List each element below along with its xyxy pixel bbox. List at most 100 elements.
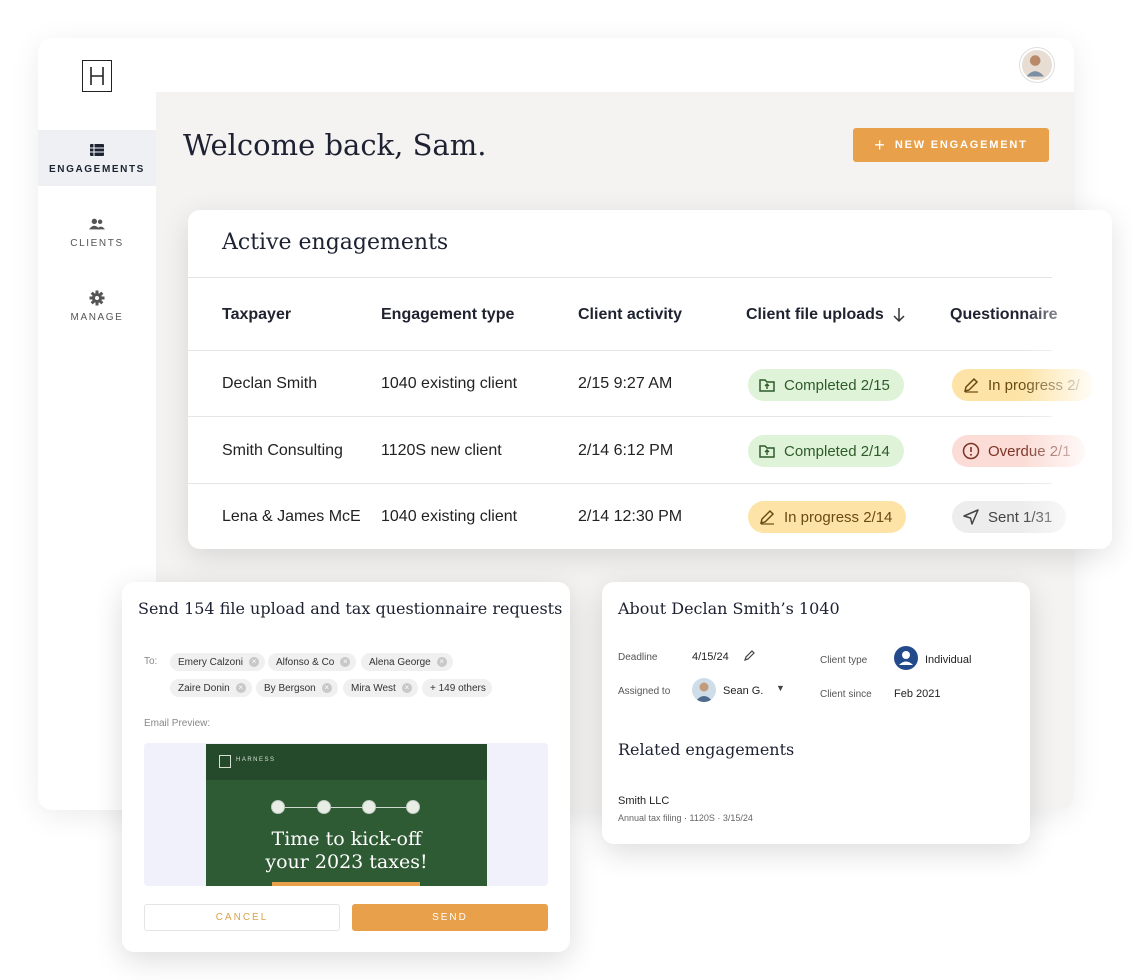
questionnaire-status-badge[interactable]: In progress 2/ [952,369,1094,401]
about-engagement-card: About Declan Smith’s 1040 Deadline 4/15/… [602,582,1030,844]
email-logo-icon [219,755,231,768]
sidebar-item-manage[interactable]: MANAGE [38,278,156,334]
badge-label: Sent 1/31 [988,508,1053,526]
send-requests-card: Send 154 file upload and tax questionnai… [122,582,570,952]
email-brand: HARNESS [236,757,276,763]
chip-label: Alena George [369,656,431,668]
remove-icon[interactable]: × [249,657,260,667]
folder-upload-icon [759,379,775,392]
column-header-engagement-type[interactable]: Engagement type [381,306,514,324]
divider [188,277,1052,278]
uploads-status-badge[interactable]: Completed 2/15 [748,369,904,401]
logo-mark-icon [90,67,104,85]
chip-label: By Bergson [264,682,316,694]
chip-label: Emery Calzoni [178,656,244,668]
column-header-label: Client file uploads [746,306,884,323]
client-type-value: Individual [925,654,972,666]
chevron-down-icon[interactable]: ▼ [776,683,785,693]
remove-icon[interactable]: × [340,657,351,667]
user-avatar[interactable] [1020,48,1054,82]
badge-label: In progress 2/14 [784,508,893,526]
headline-line: Time to kick-off [271,828,422,850]
step-chat-icon [317,800,331,814]
email-cta-button [272,882,420,886]
client-since-value: Feb 2021 [894,688,941,700]
remove-icon[interactable]: × [436,657,447,667]
email-headline: Time to kick-off your 2023 taxes! [206,828,487,874]
edit-pencil-icon[interactable] [743,649,756,662]
step-camera-icon [362,800,376,814]
column-header-taxpayer[interactable]: Taxpayer [222,306,291,324]
active-engagements-card: Active engagements Taxpayer Engagement t… [188,210,1112,549]
progress-steps-line [278,807,414,808]
pencil-icon [963,377,979,393]
uploads-status-badge[interactable]: Completed 2/14 [748,435,904,467]
step-folder-icon [406,800,420,814]
deadline-label: Deadline [618,652,658,663]
recipient-chip[interactable]: Mira West × [343,679,418,697]
sidebar-item-engagements[interactable]: ENGAGEMENTS [38,130,156,186]
assigned-to-value[interactable]: Sean G. [723,685,763,697]
send-button[interactable]: SEND [352,904,548,931]
new-engagement-button[interactable]: + NEW ENGAGEMENT [853,128,1049,162]
chip-label: + 149 others [430,682,486,694]
sidebar-item-label: MANAGE [70,311,124,323]
chip-label: Zaire Donin [178,682,230,694]
column-header-client-activity[interactable]: Client activity [578,306,682,324]
table-list-icon [90,143,104,156]
badge-label: In progress 2/ [988,376,1080,394]
questionnaire-status-badge[interactable]: Sent 1/31 [952,501,1067,533]
card-title: Send 154 file upload and tax questionnai… [138,599,563,618]
related-engagement-meta: Annual tax filing · 1120S · 3/15/24 [618,813,753,823]
page-title: Welcome back, Sam. [183,128,487,162]
remove-icon[interactable]: × [321,683,332,693]
recipient-chip[interactable]: Alfonso & Co × [268,653,357,671]
taxpayer-cell[interactable]: Smith Consulting [222,442,372,460]
harness-logo[interactable] [82,60,112,92]
users-icon [89,218,105,229]
email-header: HARNESS [206,744,487,780]
recipient-chip[interactable]: Zaire Donin × [170,679,252,697]
pencil-icon [759,509,775,525]
divider [188,483,1052,484]
card-title: About Declan Smith’s 1040 [618,599,840,618]
badge-label: Completed 2/14 [784,442,890,460]
deadline-value: 4/15/24 [692,651,729,663]
gear-icon [89,290,105,305]
client-activity-cell: 2/15 9:27 AM [578,375,673,392]
assigned-to-label: Assigned to [618,686,671,697]
sort-down-arrow-icon [893,308,905,323]
step-pencil-icon [271,800,285,814]
taxpayer-cell[interactable]: Declan Smith [222,375,372,393]
badge-label: Overdue 2/1 [988,442,1071,460]
plus-icon: + [874,135,885,155]
chip-label: Mira West [351,682,396,694]
alert-circle-icon [962,442,980,460]
sidebar-item-clients[interactable]: CLIENTS [38,204,156,260]
column-header-client-file-uploads[interactable]: Client file uploads [746,306,906,324]
engagement-type-cell: 1120S new client [381,442,502,459]
email-preview: HARNESS Time to kick-off your 2023 taxes… [206,744,487,886]
sidebar-item-label: CLIENTS [70,237,124,249]
divider [188,416,1052,417]
remove-icon[interactable]: × [235,683,246,693]
headline-line: your 2023 taxes! [265,851,428,873]
questionnaire-status-badge[interactable]: Overdue 2/1 [952,435,1085,467]
related-engagement-link[interactable]: Smith LLC [618,795,669,807]
recipient-chip[interactable]: Alena George × [361,653,453,671]
uploads-status-badge[interactable]: In progress 2/14 [748,501,907,533]
person-icon [894,646,918,670]
column-header-questionnaire[interactable]: Questionnaire [950,306,1058,324]
chip-label: Alfonso & Co [276,656,335,668]
to-label: To: [144,656,158,667]
cancel-button[interactable]: CANCEL [144,904,340,931]
recipient-chip[interactable]: By Bergson × [256,679,338,697]
recipient-chip[interactable]: Emery Calzoni × [170,653,266,671]
email-preview-label: Email Preview: [144,718,211,729]
card-title: Active engagements [222,230,449,255]
divider [188,350,1052,351]
more-recipients-chip[interactable]: + 149 others [422,679,492,697]
taxpayer-cell[interactable]: Lena & James McE [222,508,364,526]
client-activity-cell: 2/14 6:12 PM [578,442,674,459]
remove-icon[interactable]: × [401,683,412,693]
